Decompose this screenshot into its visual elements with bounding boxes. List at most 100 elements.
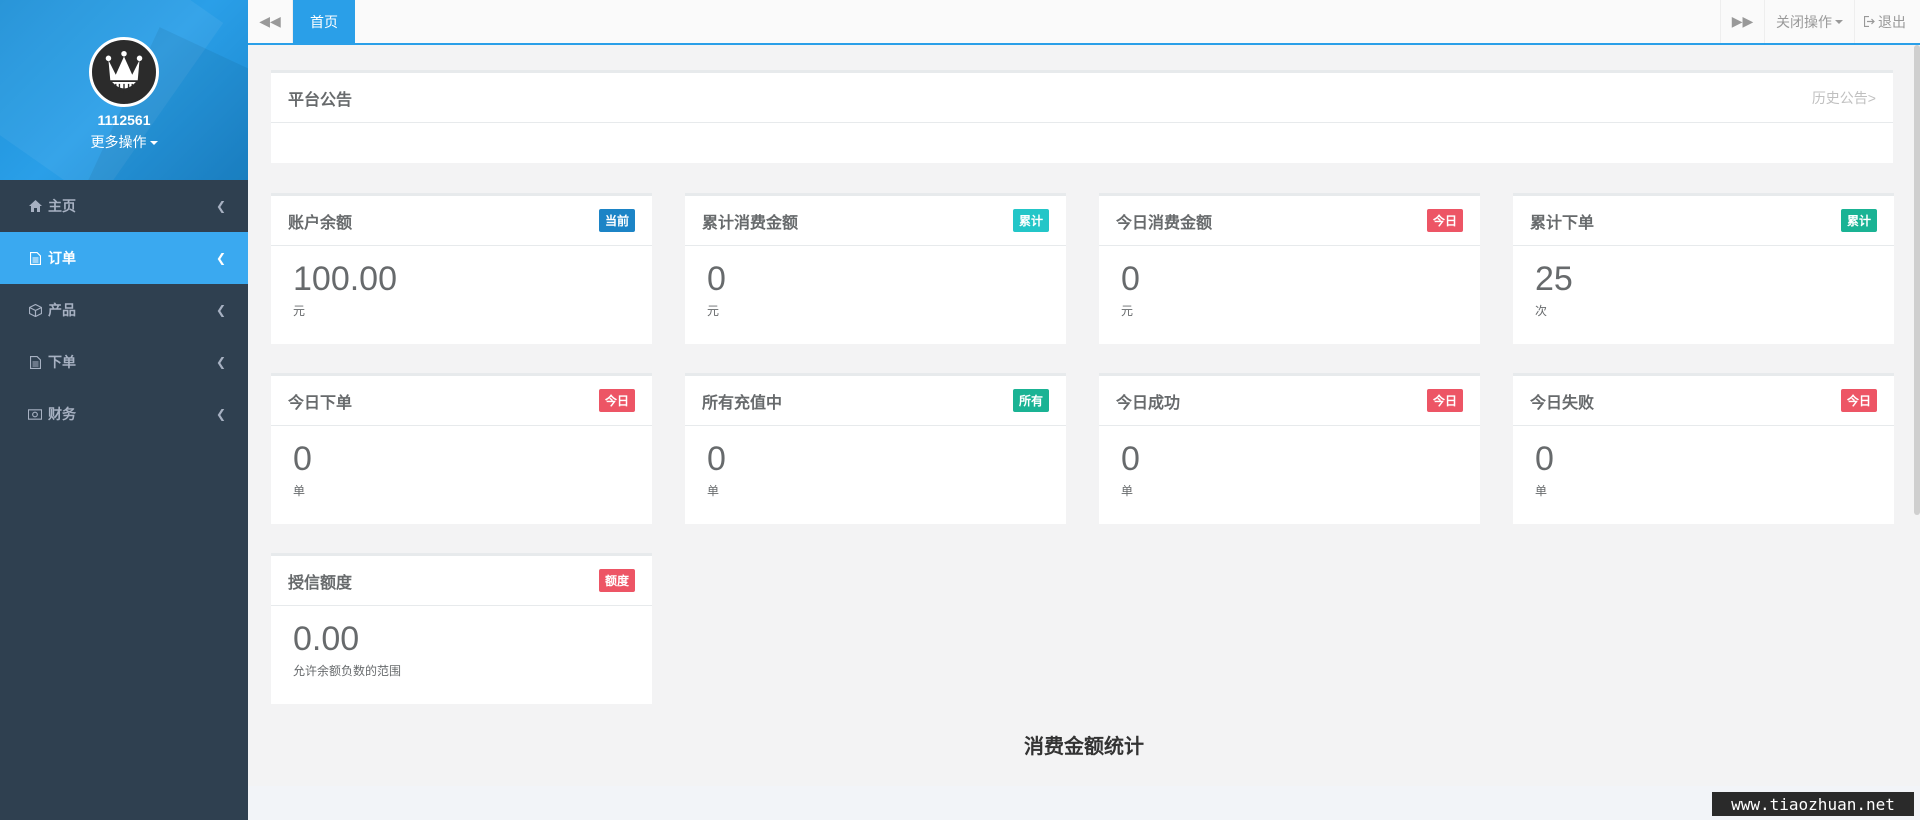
stat-card-unit: 单 xyxy=(707,484,720,499)
sidebar-item-label: 财务 xyxy=(48,406,76,422)
sidebar-nav: 主页 ❮ 订单 ❮ 产品 ❮ 下单 ❮ 财务 ❮ xyxy=(0,180,248,440)
avatar[interactable] xyxy=(89,37,159,107)
scroll-tabs-right-button[interactable]: ▶▶ xyxy=(1720,0,1765,43)
stat-card-body: 0单 xyxy=(271,426,652,514)
stat-card-badge: 累计 xyxy=(1840,209,1877,232)
stat-card-unit: 单 xyxy=(1121,484,1134,499)
sidebar-item-place-order[interactable]: 下单 ❮ xyxy=(0,336,248,388)
stat-card-header: 所有充值中 所有 xyxy=(685,376,1066,426)
stat-card-value: 0 xyxy=(1535,440,1554,478)
sidebar-item-home[interactable]: 主页 ❮ xyxy=(0,180,248,232)
stat-card-body: 0元 xyxy=(685,246,1066,334)
more-ops-label: 更多操作 xyxy=(90,134,147,150)
stat-card-body: 0单 xyxy=(1099,426,1480,514)
chevron-left-icon: ❮ xyxy=(215,251,226,265)
close-ops-dropdown[interactable]: 关闭操作 xyxy=(1765,0,1855,43)
more-ops-dropdown[interactable]: 更多操作 xyxy=(0,132,248,152)
stat-card-title: 今日失败 xyxy=(1530,394,1595,412)
exit-label: 退出 xyxy=(1878,13,1906,30)
stat-card-body: 0.00 允许余额负数的范围 xyxy=(271,606,652,694)
stat-card-value: 0 xyxy=(707,260,726,298)
announcement-header: 平台公告 历史公告> xyxy=(271,73,1893,123)
stat-card-unit: 单 xyxy=(293,484,306,499)
stat-card-header: 账户余额 当前 xyxy=(271,196,652,246)
stat-card-title: 所有充值中 xyxy=(702,394,783,412)
stat-card-title: 授信额度 xyxy=(288,574,353,592)
stat-card-value: 0 xyxy=(293,440,312,478)
stat-card: 授信额度 额度 0.00 允许余额负数的范围 xyxy=(271,553,652,704)
stat-card-badge: 今日 xyxy=(598,389,635,412)
close-ops-label: 关闭操作 xyxy=(1776,13,1832,30)
stat-card-body: 25 次 xyxy=(1513,246,1894,334)
sidebar-item-label: 订单 xyxy=(48,250,76,266)
stat-card-header: 今日成功 今日 xyxy=(1099,376,1480,426)
stat-card-badge: 今日 xyxy=(1426,209,1463,232)
stats-section-title: 消费金额统计 xyxy=(1024,736,1144,758)
stat-card-title: 累计下单 xyxy=(1530,214,1595,232)
stat-card-header: 授信额度 额度 xyxy=(271,556,652,606)
sidebar-item-products[interactable]: 产品 ❮ xyxy=(0,284,248,336)
stat-card-header: 今日失败 今日 xyxy=(1513,376,1894,426)
tab-home[interactable]: 首页 xyxy=(293,0,355,43)
sidebar-item-finance[interactable]: 财务 ❮ xyxy=(0,388,248,440)
announcement-title: 平台公告 xyxy=(288,91,353,109)
stat-card: 累计消费金额 累计 0 元 xyxy=(685,193,1066,344)
stat-card: 今日消费金额 今日 0 元 xyxy=(1099,193,1480,344)
stat-card: 所有充值中 所有 0 单 xyxy=(685,373,1066,524)
sign-out-icon xyxy=(1863,14,1875,30)
chevron-left-icon: ❮ xyxy=(215,355,226,369)
profile-panel: 1112561 更多操作 xyxy=(0,0,248,180)
file-icon xyxy=(28,355,42,369)
sidebar-item-label: 主页 xyxy=(48,198,76,214)
stat-card: 累计下单 累计 25 次 xyxy=(1513,193,1894,344)
stat-card-title: 累计消费金额 xyxy=(702,214,799,232)
watermark: www.tiaozhuan.net xyxy=(1712,792,1914,816)
stat-card: 今日失败 今日 0 单 xyxy=(1513,373,1894,524)
sidebar-item-label: 产品 xyxy=(48,302,76,318)
stat-card-header: 累计消费金额 累计 xyxy=(685,196,1066,246)
chart-area xyxy=(248,786,1920,820)
stat-card-title: 今日消费金额 xyxy=(1116,214,1213,232)
jester-logo-icon xyxy=(93,41,155,103)
stat-card-unit: 元 xyxy=(1121,304,1134,319)
stat-card-unit: 元 xyxy=(293,304,306,319)
stat-card-value: 0 xyxy=(707,440,726,478)
money-icon xyxy=(28,407,42,421)
history-announcements-link[interactable]: 历史公告> xyxy=(1812,88,1876,108)
stat-card-body: 100.00 元 xyxy=(271,246,652,334)
username: 1112561 xyxy=(97,112,151,128)
stat-card-header: 累计下单 累计 xyxy=(1513,196,1894,246)
stat-card-value: 100.00 xyxy=(293,260,397,298)
stat-card: 今日下单 今日 0 单 xyxy=(271,373,652,524)
document-icon xyxy=(28,251,42,265)
stat-card-badge: 所有 xyxy=(1012,389,1049,412)
exit-button[interactable]: 退出 xyxy=(1855,0,1915,43)
scroll-tabs-left-button[interactable]: ◀◀ xyxy=(248,0,293,43)
stat-card-badge: 累计 xyxy=(1012,209,1049,232)
sidebar: 1112561 更多操作 主页 ❮ 订单 ❮ 产品 ❮ 下单 ❮ 财务 ❮ xyxy=(0,0,248,820)
chevron-left-icon: ❮ xyxy=(215,407,226,421)
sidebar-item-orders[interactable]: 订单 ❮ xyxy=(0,232,248,284)
stat-card-badge: 当前 xyxy=(598,209,635,232)
stat-card-value: 0 xyxy=(1121,440,1140,478)
caret-down-icon xyxy=(149,141,158,146)
chevron-left-icon: ❮ xyxy=(215,303,226,317)
stat-card-header: 今日下单 今日 xyxy=(271,376,652,426)
stat-card-value: 0.00 xyxy=(293,620,360,658)
double-chevron-left-icon: ◀◀ xyxy=(259,13,281,29)
stat-card-body: 0元 xyxy=(1099,246,1480,334)
top-tabbar: ◀◀ 首页 ▶▶ 关闭操作 退出 xyxy=(248,0,1920,45)
stat-card-body: 0单 xyxy=(1513,426,1894,514)
caret-down-icon xyxy=(1835,19,1843,24)
stat-card-title: 今日下单 xyxy=(288,394,353,412)
stat-card-unit: 元 xyxy=(707,304,720,319)
stat-card-unit: 次 xyxy=(1535,304,1548,319)
page-scrollbar[interactable] xyxy=(1914,45,1920,515)
stat-card-badge: 今日 xyxy=(1426,389,1463,412)
stat-card-title: 账户余额 xyxy=(288,214,353,232)
cube-icon xyxy=(28,303,42,317)
stat-card-header: 今日消费金额 今日 xyxy=(1099,196,1480,246)
stat-card: 账户余额 当前 100.00 元 xyxy=(271,193,652,344)
stat-card-value: 25 xyxy=(1535,260,1573,298)
announcement-panel: 平台公告 历史公告> xyxy=(271,70,1893,163)
